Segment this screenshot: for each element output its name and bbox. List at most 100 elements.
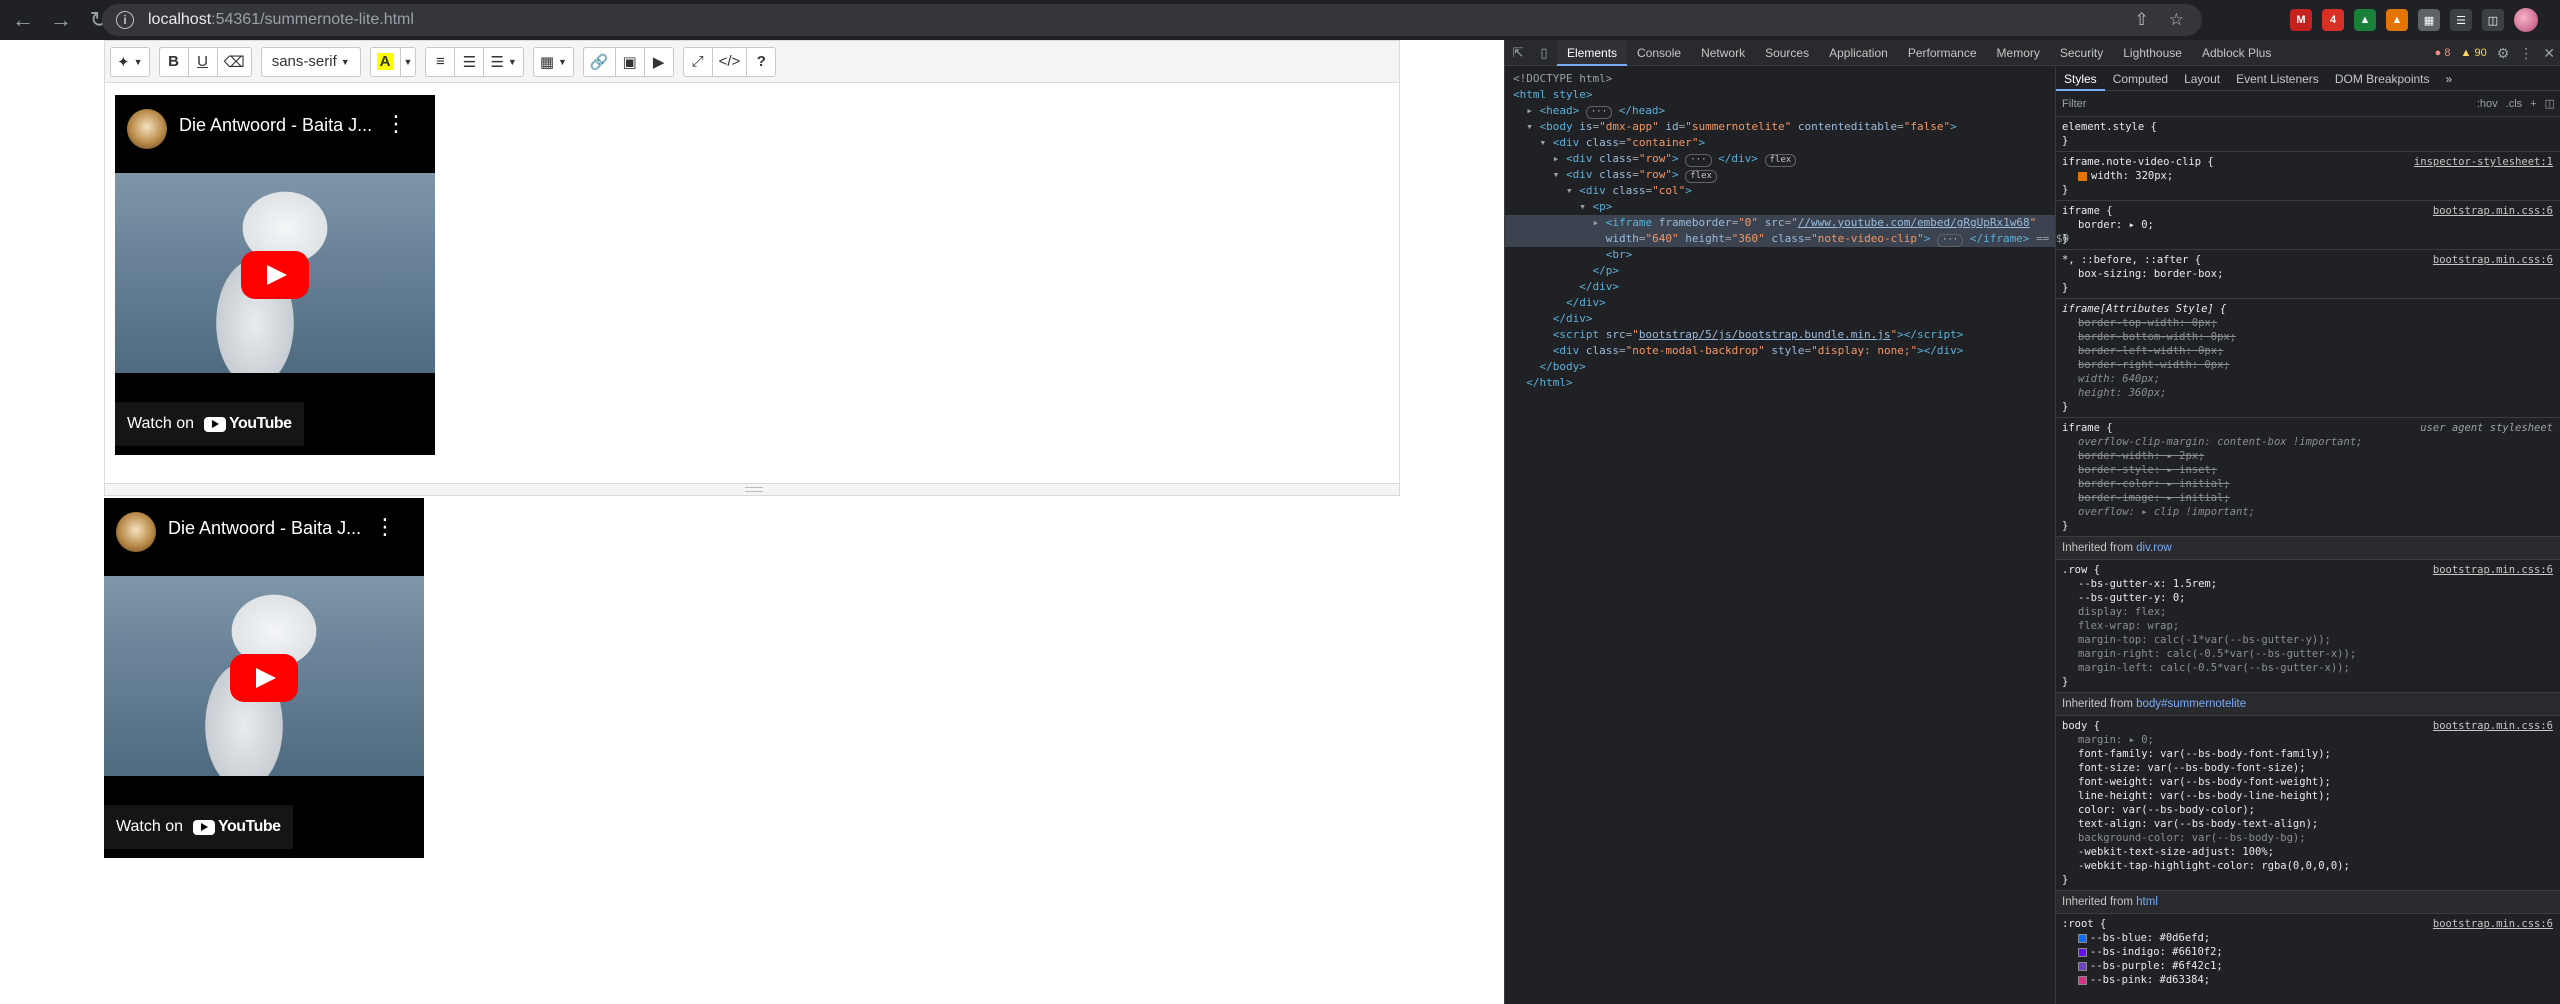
css-declaration[interactable]: margin-left: calc(-0.5*var(--bs-gutter-x… xyxy=(2062,661,2555,675)
tab-elements[interactable]: Elements xyxy=(1557,39,1628,66)
color-swatch[interactable] xyxy=(2078,975,2087,985)
watch-on-youtube-button[interactable]: Watch on YouTube xyxy=(115,402,304,446)
ordered-list-button[interactable]: ☰ xyxy=(454,46,485,77)
dom-line[interactable]: </div> xyxy=(1505,279,2055,295)
css-declaration[interactable]: overflow-clip-margin: content-box !impor… xyxy=(2062,435,2555,449)
dom-line[interactable]: ▾ <div class="col"> xyxy=(1505,183,2055,199)
css-declaration[interactable]: --bs-gutter-y: 0; xyxy=(2062,591,2555,605)
play-button-icon[interactable] xyxy=(230,654,298,702)
css-declaration[interactable]: --bs-gutter-x: 1.5rem; xyxy=(2062,577,2555,591)
computed-sidebar-icon[interactable]: ◫ xyxy=(2545,97,2555,110)
fox-extension-icon[interactable]: ▲ xyxy=(2386,9,2408,31)
css-rule[interactable]: element.style { } xyxy=(2056,117,2560,152)
more-options-icon[interactable]: ⋮ xyxy=(385,113,407,135)
green-extension-icon[interactable]: ▲ xyxy=(2354,9,2376,31)
css-declaration[interactable]: --bs-pink: #d63384; xyxy=(2062,973,2555,987)
dom-line[interactable]: ▸ <head> ··· </head> xyxy=(1505,103,2055,119)
tab-dom-breakpoints[interactable]: DOM Breakpoints xyxy=(2327,67,2438,91)
browser-menu-icon[interactable]: ⋮ xyxy=(2552,8,2560,33)
rule-source-link[interactable]: bootstrap.min.css:6 xyxy=(2433,719,2553,733)
flex-badge[interactable]: flex xyxy=(1685,170,1717,183)
video-title[interactable]: Die Antwoord - Baita J... xyxy=(168,518,361,539)
tab-memory[interactable]: Memory xyxy=(1987,40,2050,66)
dom-line[interactable]: <html style> xyxy=(1505,87,2055,103)
ellipsis-pill[interactable]: ··· xyxy=(1685,154,1712,167)
inspect-element-icon[interactable]: ⇱ xyxy=(1505,40,1531,66)
css-rule[interactable]: iframe[Attributes Style] { border-top-wi… xyxy=(2056,299,2560,418)
bookmark-star-icon[interactable]: ☆ xyxy=(2169,10,2184,30)
warning-count-badge[interactable]: ▲ 90 xyxy=(2461,47,2487,59)
font-color-dropdown[interactable]: ▼ xyxy=(399,46,417,77)
dom-line[interactable]: <script src="bootstrap/5/js/bootstrap.bu… xyxy=(1505,327,2055,343)
tab-computed[interactable]: Computed xyxy=(2105,67,2176,91)
dom-line[interactable]: <br> xyxy=(1505,247,2055,263)
dom-line[interactable]: ▾ <div class="row"> flex xyxy=(1505,167,2055,183)
css-declaration[interactable]: border-style: ▸ inset; xyxy=(2062,463,2555,477)
dom-line[interactable]: ▾ <div class="container"> xyxy=(1505,135,2055,151)
inherited-target-link[interactable]: body#summernotelite xyxy=(2136,698,2246,710)
css-declaration[interactable]: --bs-indigo: #6610f2; xyxy=(2062,945,2555,959)
css-declaration[interactable]: border: ▸ 0; xyxy=(2062,218,2555,232)
inherited-target-link[interactable]: div.row xyxy=(2136,542,2172,554)
media-icon[interactable]: ☰ xyxy=(2450,9,2472,31)
more-tabs-icon[interactable]: » xyxy=(2438,67,2461,91)
flex-badge[interactable]: flex xyxy=(1764,154,1797,167)
script-src-link[interactable]: bootstrap/5/js/bootstrap.bundle.min.js xyxy=(1639,328,1891,341)
add-rule-icon[interactable]: + xyxy=(2530,98,2536,110)
css-declaration[interactable]: font-family: var(--bs-body-font-family); xyxy=(2062,747,2555,761)
site-info-icon[interactable]: i xyxy=(116,11,134,29)
side-panel-icon[interactable]: ◫ xyxy=(2482,9,2504,31)
css-declaration[interactable]: line-height: var(--bs-body-line-height); xyxy=(2062,789,2555,803)
dom-line-selected[interactable]: ▸ <iframe frameborder="0" src="//www.you… xyxy=(1505,215,2055,231)
tab-layout[interactable]: Layout xyxy=(2176,67,2228,91)
puzzle-extensions-icon[interactable]: ▦ xyxy=(2418,9,2440,31)
css-declaration[interactable]: border-color: ▸ initial; xyxy=(2062,477,2555,491)
tab-adblock-plus[interactable]: Adblock Plus xyxy=(2192,40,2281,66)
code-view-button[interactable]: </> xyxy=(711,46,748,77)
css-declaration[interactable]: text-align: var(--bs-body-text-align); xyxy=(2062,817,2555,831)
editable-area[interactable]: Die Antwoord - Baita J... ⋮ Watch on You… xyxy=(105,83,1399,483)
css-declaration[interactable]: margin-right: calc(-0.5*var(--bs-gutter-… xyxy=(2062,647,2555,661)
video-title[interactable]: Die Antwoord - Baita J... xyxy=(179,115,372,136)
dom-line[interactable]: ▾ <p> xyxy=(1505,199,2055,215)
css-rule[interactable]: bootstrap.min.css:6 .row { --bs-gutter-x… xyxy=(2056,560,2560,693)
address-bar[interactable]: i localhost:54361/summernote-lite.html ⇧… xyxy=(102,4,2202,36)
dom-line[interactable]: </p> xyxy=(1505,263,2055,279)
back-arrow-icon[interactable]: ← xyxy=(8,5,38,35)
dom-line[interactable]: ▸ <div class="row"> ··· </div> flex xyxy=(1505,151,2055,167)
inherited-target-link[interactable]: html xyxy=(2136,896,2158,908)
channel-avatar[interactable] xyxy=(127,109,167,149)
channel-avatar[interactable] xyxy=(116,512,156,552)
share-icon[interactable]: ⇧ xyxy=(2135,10,2149,30)
css-declaration[interactable]: border-top-width: 0px; xyxy=(2062,316,2555,330)
devtools-menu-icon[interactable]: ⋮ xyxy=(2519,45,2533,62)
color-swatch[interactable] xyxy=(2078,961,2087,971)
css-declaration[interactable]: border-left-width: 0px; xyxy=(2062,344,2555,358)
ellipsis-pill[interactable]: ··· xyxy=(1936,234,1964,247)
forward-arrow-icon[interactable]: → xyxy=(46,5,76,35)
rule-source-link[interactable]: inspector-stylesheet:1 xyxy=(2414,155,2553,169)
dom-tree[interactable]: <!DOCTYPE html> <html style> ▸ <head> ··… xyxy=(1505,67,2069,1004)
color-swatch[interactable] xyxy=(2078,933,2087,943)
css-rule[interactable]: bootstrap.min.css:6 body { margin: ▸ 0; … xyxy=(2056,716,2560,891)
tab-sources[interactable]: Sources xyxy=(1755,40,1819,66)
unordered-list-button[interactable]: ≡ xyxy=(425,46,456,77)
css-declaration[interactable]: background-color: var(--bs-body-bg); xyxy=(2062,831,2555,845)
play-button-icon[interactable] xyxy=(241,251,309,299)
css-declaration[interactable]: margin-top: calc(-1*var(--bs-gutter-y)); xyxy=(2062,633,2555,647)
tab-event-listeners[interactable]: Event Listeners xyxy=(2228,67,2327,91)
tab-application[interactable]: Application xyxy=(1819,40,1898,66)
paragraph-align-button[interactable]: ☰ ▼ xyxy=(483,46,524,77)
watch-on-youtube-button[interactable]: Watch on YouTube xyxy=(104,805,293,849)
insert-link-button[interactable]: 🔗 xyxy=(582,46,616,77)
css-declaration[interactable]: box-sizing: border-box; xyxy=(2062,267,2555,281)
tab-console[interactable]: Console xyxy=(1627,40,1691,66)
device-toolbar-icon[interactable]: ▯ xyxy=(1531,40,1557,66)
profile-avatar[interactable] xyxy=(2514,8,2538,32)
gmail-extension-icon[interactable]: M xyxy=(2290,9,2312,31)
tab-performance[interactable]: Performance xyxy=(1898,40,1987,66)
css-declaration[interactable]: --bs-blue: #0d6efd; xyxy=(2062,931,2555,945)
iframe-src-link[interactable]: //www.youtube.com/embed/gRgUpRx1w68 xyxy=(1798,216,2030,229)
ellipsis-pill[interactable]: ··· xyxy=(1585,106,1613,119)
rule-source-link[interactable]: bootstrap.min.css:6 xyxy=(2433,563,2553,577)
